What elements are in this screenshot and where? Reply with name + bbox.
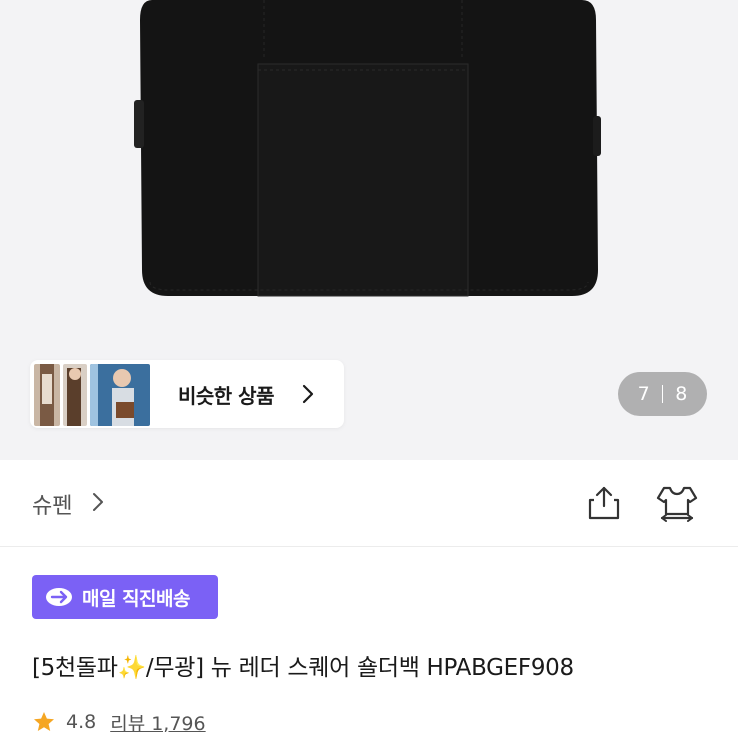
product-image [134, 0, 601, 297]
product-title: [5천돌파✨/무광] 뉴 레더 스퀘어 숄더백 HPABGEF908 [32, 655, 574, 681]
page-current: 7 [637, 383, 650, 405]
hanger-icon[interactable] [656, 484, 698, 522]
rating-value: 4.8 [66, 711, 97, 733]
page-total: 8 [675, 383, 688, 405]
similar-products-label: 비슷한 상품 [178, 384, 274, 408]
daily-direct-delivery-badge: 매일 직진배송 [32, 575, 218, 619]
chevron-right-icon [302, 384, 314, 404]
page-separator [661, 385, 664, 403]
similar-products-button[interactable]: 비슷한 상품 [30, 360, 344, 428]
share-icon[interactable] [586, 484, 622, 520]
product-image-gallery[interactable]: 비슷한 상품 7 8 [0, 0, 738, 460]
section-divider [0, 546, 738, 547]
similar-thumbnail [90, 364, 150, 426]
reviews-link[interactable]: 리뷰 1,796 [110, 709, 205, 736]
truck-badge-icon [46, 588, 72, 606]
rating-row: 4.8 리뷰 1,796 [32, 706, 206, 738]
similar-thumbnail [63, 364, 87, 426]
shop-row: 슈펜 [0, 460, 738, 546]
image-page-counter: 7 8 [618, 372, 707, 416]
star-icon [34, 712, 54, 731]
chevron-right-icon[interactable] [92, 492, 104, 512]
badge-label: 매일 직진배송 [82, 587, 191, 610]
similar-thumbnail [34, 364, 60, 426]
similar-thumbnails [34, 364, 150, 426]
shop-name-link[interactable]: 슈펜 [32, 488, 72, 520]
